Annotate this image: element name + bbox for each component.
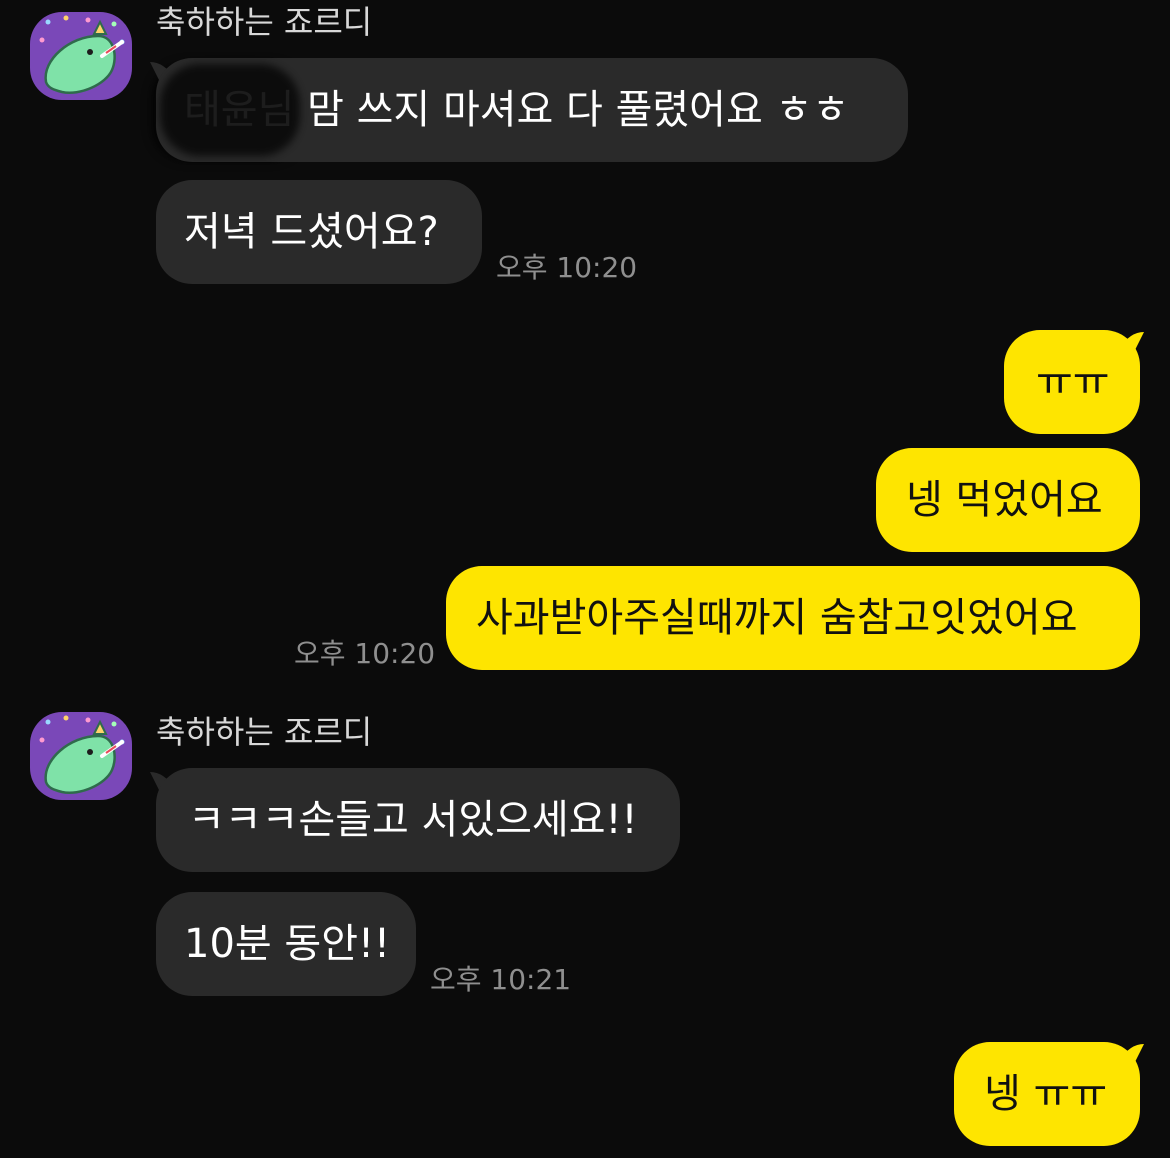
- sender-avatar[interactable]: [30, 712, 132, 800]
- redacted-name-overlay: [160, 64, 300, 156]
- received-message[interactable]: 10분 동안!!: [156, 892, 416, 996]
- received-message[interactable]: ㅋㅋㅋ손들고 서있으세요!!: [156, 768, 680, 872]
- sent-message[interactable]: ㅠㅠ: [1004, 330, 1140, 434]
- sender-name: 축하하는 죠르디: [156, 713, 373, 751]
- message-timestamp: 오후 10:20: [294, 637, 436, 670]
- received-message[interactable]: 저녁 드셨어요?: [156, 180, 482, 284]
- jordy-dinosaur-icon: [39, 15, 125, 95]
- sent-message[interactable]: 사과받아주실때까지 숨참고잇었어요: [446, 566, 1140, 670]
- sender-name: 축하하는 죠르디: [156, 3, 373, 41]
- message-timestamp: 오후 10:21: [430, 963, 572, 996]
- sent-message[interactable]: 넹 ㅠㅠ: [954, 1042, 1140, 1146]
- jordy-dinosaur-icon: [39, 715, 125, 795]
- message-timestamp: 오후 10:20: [496, 251, 638, 284]
- sent-message[interactable]: 넹 먹었어요: [876, 448, 1140, 552]
- sender-avatar[interactable]: [30, 12, 132, 100]
